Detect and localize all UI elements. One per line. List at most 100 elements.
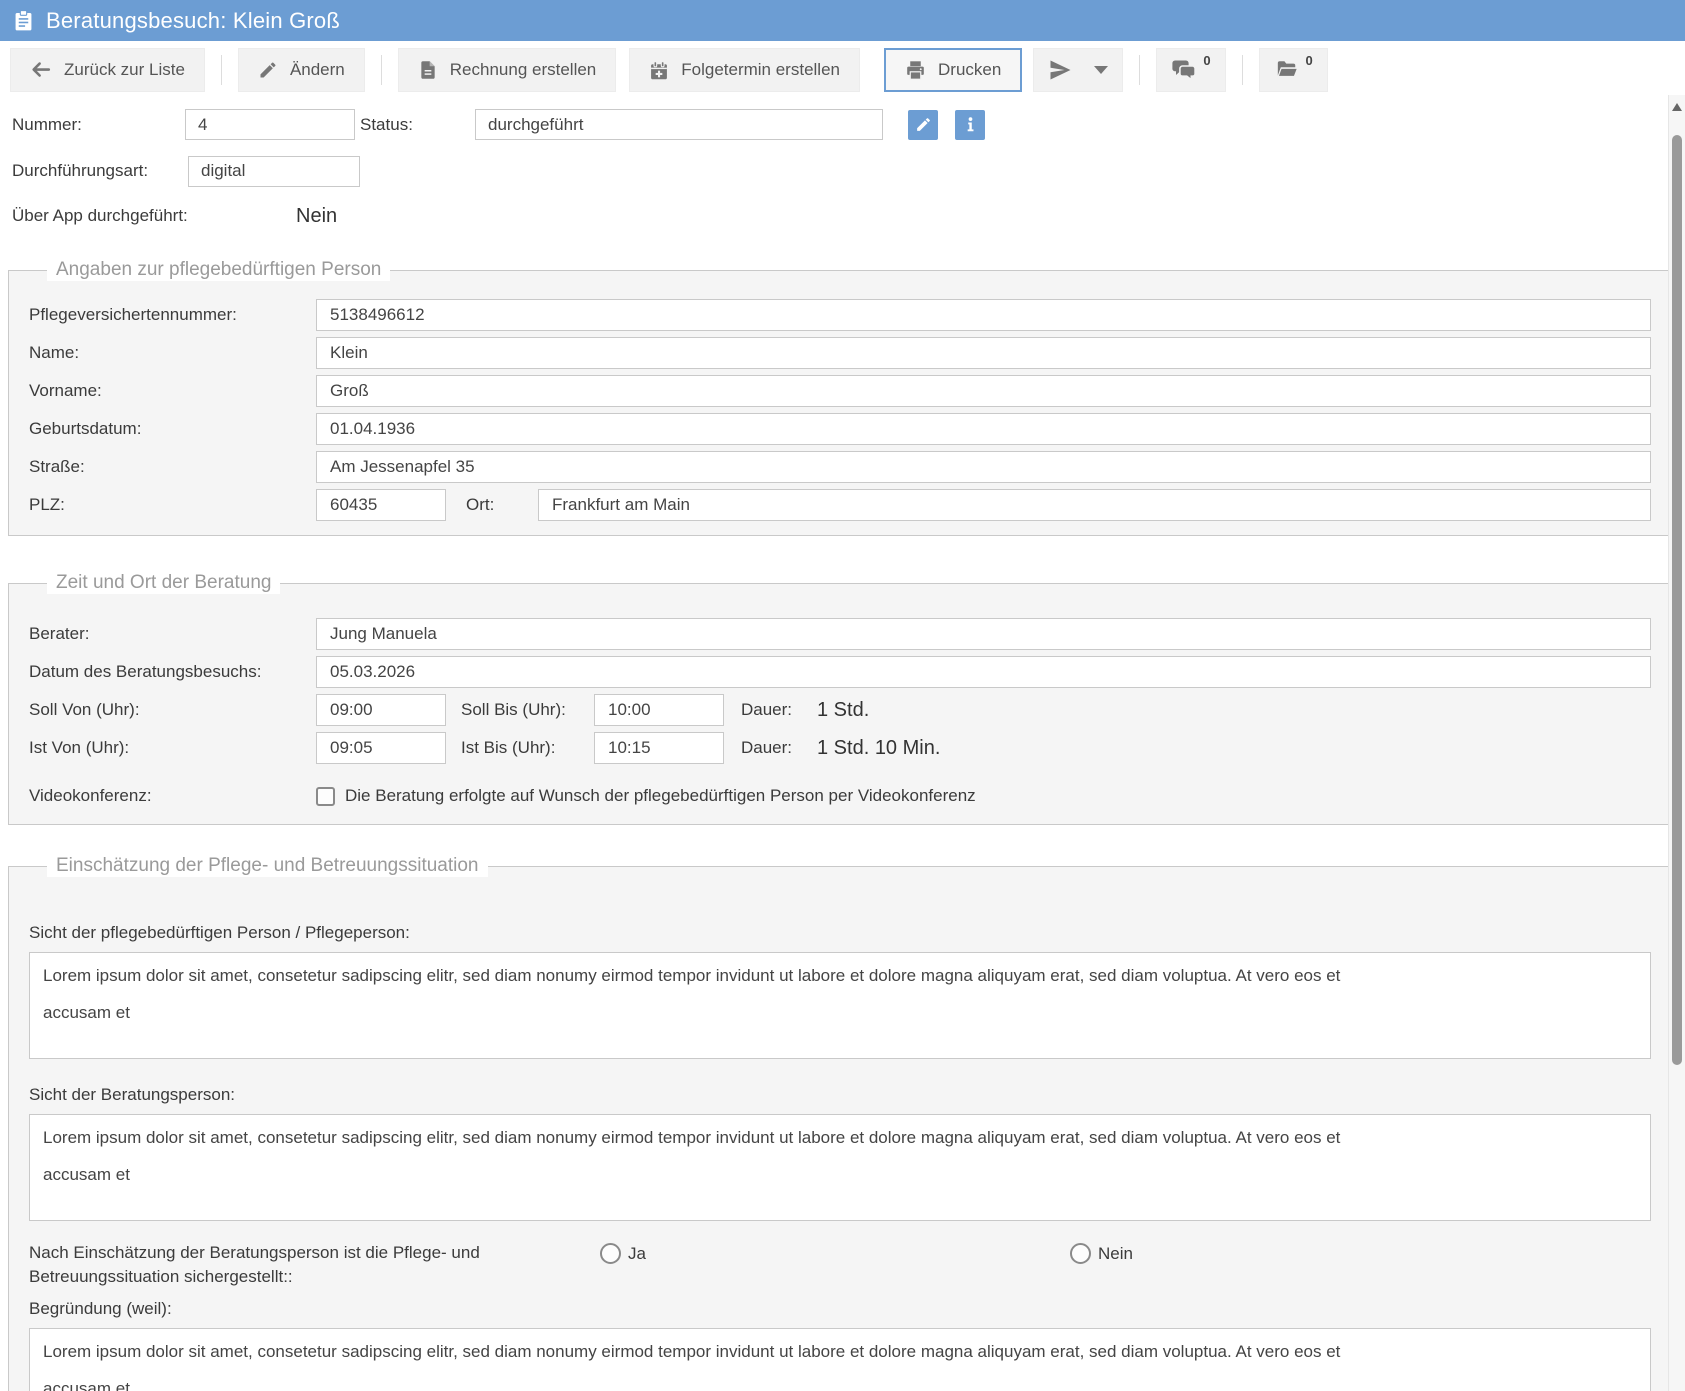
send-button[interactable] — [1033, 48, 1123, 92]
videokonferenz-checkbox[interactable] — [316, 787, 335, 806]
pencil-icon — [258, 60, 278, 80]
ist-dauer-label: Dauer: — [741, 738, 803, 758]
ja-radio[interactable] — [600, 1243, 621, 1264]
sichergestellt-label: Nach Einschätzung der Beratungsperson is… — [29, 1241, 554, 1289]
soll-dauer-label: Dauer: — [741, 700, 803, 720]
form-row: Name: Klein — [29, 337, 1651, 369]
section-beratung-legend: Zeit und Ort der Beratung — [47, 572, 280, 594]
sicht-berater-textarea[interactable]: Lorem ipsum dolor sit amet, consetetur s… — [29, 1114, 1651, 1221]
vorname-label: Vorname: — [29, 381, 316, 401]
comments-icon — [1171, 58, 1197, 82]
berater-label: Berater: — [29, 624, 316, 644]
form-row: PLZ: 60435 Ort: Frankfurt am Main — [29, 489, 1651, 521]
info-icon — [962, 116, 979, 133]
section-beratung: Zeit und Ort der Beratung Berater: Jung … — [8, 572, 1672, 825]
calendar-plus-icon — [649, 60, 669, 81]
sicht-person-textarea[interactable]: Lorem ipsum dolor sit amet, consetetur s… — [29, 952, 1651, 1059]
pflegeversichertennummer-input[interactable]: 5138496612 — [316, 299, 1651, 331]
edit-status-button[interactable] — [908, 110, 938, 140]
status-input[interactable]: durchgeführt — [475, 109, 883, 140]
comments-count-badge: 0 — [1203, 53, 1210, 68]
ist-dauer-value: 1 Std. 10 Min. — [817, 737, 940, 760]
sichergestellt-ja-option: Ja — [600, 1243, 646, 1264]
nummer-label: Nummer: — [12, 115, 185, 135]
edit-button[interactable]: Ändern — [238, 48, 365, 92]
nummer-input[interactable]: 4 — [185, 109, 355, 140]
create-invoice-label: Rechnung erstellen — [450, 60, 596, 80]
sichergestellt-row: Nach Einschätzung der Beratungsperson is… — [29, 1241, 1651, 1289]
toolbar: Zurück zur Liste Ändern Rechnung erstell… — [0, 41, 1685, 100]
header-row-durchfuehrungsart: Durchführungsart: digital — [0, 153, 1685, 189]
documents-folder-button[interactable]: 0 — [1259, 48, 1328, 92]
ja-radio-label: Ja — [628, 1244, 646, 1264]
ist-von-input[interactable]: 09:05 — [316, 732, 446, 764]
geburtsdatum-input[interactable]: 01.04.1936 — [316, 413, 1651, 445]
form-row: Soll Von (Uhr): 09:00 Soll Bis (Uhr): 10… — [29, 694, 1651, 726]
soll-von-label: Soll Von (Uhr): — [29, 700, 316, 720]
nein-radio-label: Nein — [1098, 1244, 1133, 1264]
sicht-berater-label: Sicht der Beratungsperson: — [29, 1085, 1651, 1105]
toolbar-separator — [221, 55, 222, 85]
berater-input[interactable]: Jung Manuela — [316, 618, 1651, 650]
sichergestellt-nein-option: Nein — [1070, 1243, 1133, 1264]
ort-input[interactable]: Frankfurt am Main — [538, 489, 1651, 521]
form-row: Ist Von (Uhr): 09:05 Ist Bis (Uhr): 10:1… — [29, 732, 1651, 764]
strasse-input[interactable]: Am Jessenapfel 35 — [316, 451, 1651, 483]
header-row-nummer-status: Nummer: 4 Status: durchgeführt — [0, 106, 1685, 143]
soll-dauer-value: 1 Std. — [817, 699, 869, 722]
ueber-app-value: Nein — [296, 205, 337, 228]
toolbar-separator — [381, 55, 382, 85]
plz-label: PLZ: — [29, 495, 316, 515]
form-row: Pflegeversichertennummer: 5138496612 — [29, 299, 1651, 331]
toolbar-separator — [1139, 55, 1140, 85]
soll-bis-label: Soll Bis (Uhr): — [461, 700, 594, 720]
plz-input[interactable]: 60435 — [316, 489, 446, 521]
scrollbar-thumb[interactable] — [1672, 135, 1682, 1065]
paper-plane-icon — [1048, 58, 1072, 82]
documents-count-badge: 0 — [1306, 53, 1313, 68]
create-followup-button[interactable]: Folgetermin erstellen — [629, 48, 860, 92]
durchfuehrungsart-label: Durchführungsart: — [12, 161, 188, 181]
begruendung-textarea[interactable]: Lorem ipsum dolor sit amet, consetetur s… — [29, 1328, 1651, 1391]
ueber-app-label: Über App durchgeführt: — [12, 206, 296, 226]
section-person: Angaben zur pflegebedürftigen Person Pfl… — [8, 259, 1672, 536]
chevron-down-icon — [1094, 66, 1108, 74]
videokonferenz-label: Videokonferenz: — [29, 786, 316, 806]
durchfuehrungsart-input[interactable]: digital — [188, 156, 360, 187]
sicht-person-label: Sicht der pflegebedürftigen Person / Pfl… — [29, 923, 1651, 943]
soll-bis-input[interactable]: 10:00 — [594, 694, 724, 726]
pencil-icon — [915, 116, 932, 133]
form-row: Berater: Jung Manuela — [29, 618, 1651, 650]
ist-von-label: Ist Von (Uhr): — [29, 738, 316, 758]
vertical-scrollbar — [1668, 95, 1685, 1391]
print-button[interactable]: Drucken — [884, 48, 1022, 92]
invoice-icon — [418, 59, 438, 81]
folder-open-icon — [1274, 59, 1300, 81]
vorname-input[interactable]: Groß — [316, 375, 1651, 407]
name-label: Name: — [29, 343, 316, 363]
header-row-ueber-app: Über App durchgeführt: Nein — [0, 201, 1685, 231]
section-einschaetzung: Einschätzung der Pflege- und Betreuungss… — [8, 855, 1672, 1391]
create-invoice-button[interactable]: Rechnung erstellen — [398, 48, 616, 92]
section-person-legend: Angaben zur pflegebedürftigen Person — [47, 259, 390, 281]
back-to-list-button[interactable]: Zurück zur Liste — [10, 48, 205, 92]
print-label: Drucken — [938, 60, 1001, 80]
scroll-up-arrow-icon[interactable] — [1672, 103, 1682, 111]
soll-von-input[interactable]: 09:00 — [316, 694, 446, 726]
comments-button[interactable]: 0 — [1156, 48, 1225, 92]
nein-radio[interactable] — [1070, 1243, 1091, 1264]
datum-input[interactable]: 05.03.2026 — [316, 656, 1651, 688]
strasse-label: Straße: — [29, 457, 316, 477]
form-row: Straße: Am Jessenapfel 35 — [29, 451, 1651, 483]
ist-bis-input[interactable]: 10:15 — [594, 732, 724, 764]
status-label: Status: — [360, 115, 475, 135]
toolbar-separator — [1242, 55, 1243, 85]
page-title: Beratungsbesuch: Klein Groß — [46, 8, 340, 34]
name-input[interactable]: Klein — [316, 337, 1651, 369]
status-info-button[interactable] — [955, 110, 985, 140]
create-followup-label: Folgetermin erstellen — [681, 60, 840, 80]
geburtsdatum-label: Geburtsdatum: — [29, 419, 316, 439]
ort-label: Ort: — [466, 495, 538, 515]
begruendung-label: Begründung (weil): — [29, 1299, 1651, 1319]
clipboard-icon — [14, 9, 33, 32]
